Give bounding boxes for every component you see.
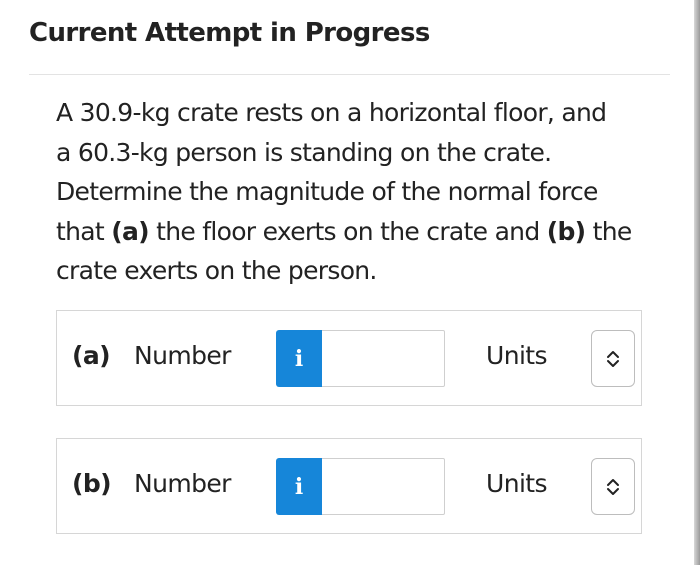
units-label-a: Units <box>486 341 548 370</box>
question-line-5: crate exerts on the person. <box>56 256 377 285</box>
units-label-b: Units <box>486 469 548 498</box>
info-icon: i <box>294 473 304 500</box>
window-edge <box>694 0 700 565</box>
chevron-up-down-icon <box>607 350 619 367</box>
question-part-b-ref: (b) <box>546 216 586 246</box>
number-input-a[interactable] <box>322 330 445 387</box>
answer-row-a: (a) Number i Units <box>56 310 642 406</box>
question-line-2: a 60.3-kg person is standing on the crat… <box>56 137 552 167</box>
answer-row-b: (b) Number i Units <box>56 438 642 534</box>
chevron-up-down-icon <box>607 478 619 495</box>
question-text: A 30.9-kg crate rests on a horizontal fl… <box>56 93 656 291</box>
part-label-a: (a) <box>72 341 111 370</box>
number-label-b: Number <box>134 469 231 498</box>
units-select-b[interactable] <box>591 458 635 515</box>
units-select-a[interactable] <box>591 330 635 387</box>
question-line-4-post: the <box>585 216 633 246</box>
part-label-b: (b) <box>72 469 112 498</box>
info-button-b[interactable]: i <box>276 458 322 515</box>
info-icon: i <box>294 345 304 372</box>
number-input-b[interactable] <box>322 458 445 515</box>
question-line-4-pre: that <box>56 216 112 246</box>
question-part-a-ref: (a) <box>111 216 149 246</box>
number-label-a: Number <box>134 341 231 370</box>
header-divider <box>29 74 670 75</box>
page-title: Current Attempt in Progress <box>29 18 430 48</box>
info-button-a[interactable]: i <box>276 330 322 387</box>
question-line-4-mid: the floor exerts on the crate and <box>148 216 547 246</box>
question-line-1: A 30.9-kg crate rests on a horizontal fl… <box>56 98 607 127</box>
question-line-3: Determine the magnitude of the normal fo… <box>56 177 598 206</box>
